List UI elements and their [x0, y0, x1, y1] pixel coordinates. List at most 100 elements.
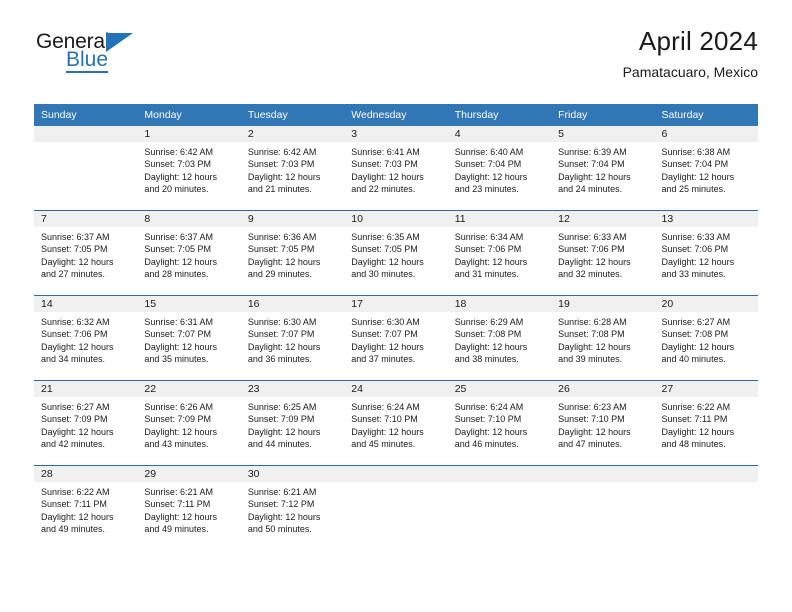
- sunset-text: Sunset: 7:05 PM: [144, 244, 211, 255]
- calendar-day-cell[interactable]: 28 Sunrise: 6:22 AM Sunset: 7:11 PM Dayligh…: [34, 465, 138, 550]
- calendar-day-cell[interactable]: 21 Sunrise: 6:27 AM Sunset: 7:09 PM Dayligh…: [34, 380, 138, 466]
- title-block: April 2024 Pamatacuaro, Mexico: [623, 26, 758, 81]
- calendar-day-cell[interactable]: 17 Sunrise: 6:30 AM Sunset: 7:07 PM Dayligh…: [344, 295, 448, 381]
- sunset-text: Sunset: 7:11 PM: [144, 499, 211, 510]
- daylight-text-line2: and 33 minutes.: [661, 269, 726, 280]
- calendar-day-cell[interactable]: 15 Sunrise: 6:31 AM Sunset: 7:07 PM Dayligh…: [137, 295, 241, 381]
- daylight-text-line2: and 39 minutes.: [558, 354, 623, 365]
- day-cell-inner: 3 Sunrise: 6:41 AM Sunset: 7:03 PM Daylight…: [344, 126, 448, 210]
- day-details: Sunrise: 6:41 AM Sunset: 7:03 PM Daylight:…: [344, 142, 447, 196]
- daylight-text-line2: and 20 minutes.: [144, 184, 209, 195]
- calendar-day-cell[interactable]: 14 Sunrise: 6:32 AM Sunset: 7:06 PM Dayligh…: [34, 295, 138, 381]
- day-number: 30: [240, 466, 345, 482]
- sunset-text: Sunset: 7:04 PM: [661, 159, 729, 170]
- calendar-day-cell[interactable]: 10 Sunrise: 6:35 AM Sunset: 7:05 PM Dayligh…: [344, 210, 448, 296]
- sunset-text: Sunset: 7:10 PM: [351, 414, 418, 425]
- daylight-text-line1: Daylight: 12 hours: [41, 256, 114, 267]
- calendar-day-cell[interactable]: 16 Sunrise: 6:30 AM Sunset: 7:07 PM Dayligh…: [240, 295, 345, 381]
- calendar-day-cell[interactable]: 29 Sunrise: 6:21 AM Sunset: 7:11 PM Dayligh…: [137, 465, 241, 550]
- daylight-text-line1: Daylight: 12 hours: [351, 171, 424, 182]
- calendar-day-cell[interactable]: 5 Sunrise: 6:39 AM Sunset: 7:04 PM Daylight…: [551, 126, 655, 211]
- day-number: 25: [447, 381, 552, 397]
- day-number: 24: [344, 381, 448, 397]
- calendar-day-cell[interactable]: 11 Sunrise: 6:34 AM Sunset: 7:06 PM Dayligh…: [447, 210, 552, 296]
- sunrise-text: Sunrise: 6:42 AM: [247, 147, 317, 157]
- calendar-day-cell[interactable]: 3 Sunrise: 6:41 AM Sunset: 7:03 PM Daylight…: [344, 126, 448, 211]
- day-number: 11: [447, 211, 552, 227]
- calendar-day-cell[interactable]: 12 Sunrise: 6:33 AM Sunset: 7:06 PM Dayligh…: [551, 210, 655, 296]
- sunrise-text: Sunrise: 6:30 AM: [247, 317, 317, 327]
- day-details: Sunrise: 6:34 AM Sunset: 7:06 PM Daylight:…: [448, 227, 551, 281]
- day-details: Sunrise: 6:30 AM Sunset: 7:07 PM Daylight:…: [344, 312, 447, 366]
- day-details: Sunrise: 6:24 AM Sunset: 7:10 PM Daylight:…: [344, 397, 447, 451]
- calendar-day-cell[interactable]: 1 Sunrise: 6:42 AM Sunset: 7:03 PM Daylight…: [137, 126, 241, 211]
- day-cell-inner: 14 Sunrise: 6:32 AM Sunset: 7:06 PM Dayligh…: [34, 296, 138, 380]
- calendar-day-cell[interactable]: 2 Sunrise: 6:42 AM Sunset: 7:03 PM Daylight…: [240, 126, 345, 211]
- calendar-day-cell[interactable]: 4 Sunrise: 6:40 AM Sunset: 7:04 PM Daylight…: [447, 126, 552, 211]
- sunset-text: Sunset: 7:04 PM: [454, 159, 522, 170]
- sunrise-text: Sunrise: 6:27 AM: [41, 402, 110, 412]
- sunset-text: Sunset: 7:07 PM: [247, 329, 315, 340]
- calendar-day-cell[interactable]: 6 Sunrise: 6:38 AM Sunset: 7:04 PM Daylight…: [654, 126, 758, 211]
- calendar-cell-empty: [447, 465, 552, 550]
- daylight-text-line1: Daylight: 12 hours: [144, 511, 217, 522]
- calendar-day-cell[interactable]: 18 Sunrise: 6:29 AM Sunset: 7:08 PM Dayligh…: [447, 295, 552, 381]
- day-cell-inner: [34, 126, 138, 210]
- calendar-day-cell[interactable]: 24 Sunrise: 6:24 AM Sunset: 7:10 PM Dayligh…: [344, 380, 448, 466]
- daylight-text-line1: Daylight: 12 hours: [144, 256, 217, 267]
- sunset-text: Sunset: 7:03 PM: [351, 159, 418, 170]
- daylight-text-line2: and 43 minutes.: [144, 439, 209, 450]
- sunset-text: Sunset: 7:08 PM: [661, 329, 729, 340]
- sunrise-text: Sunrise: 6:37 AM: [41, 232, 110, 242]
- day-details: Sunrise: 6:32 AM Sunset: 7:06 PM Daylight:…: [34, 312, 137, 366]
- day-number: 5: [551, 126, 655, 142]
- sunrise-text: Sunrise: 6:42 AM: [144, 147, 213, 157]
- calendar-day-cell[interactable]: 19 Sunrise: 6:28 AM Sunset: 7:08 PM Dayligh…: [551, 295, 655, 381]
- day-cell-inner: 10 Sunrise: 6:35 AM Sunset: 7:05 PM Dayligh…: [344, 211, 448, 295]
- calendar-day-cell[interactable]: 26 Sunrise: 6:23 AM Sunset: 7:10 PM Dayligh…: [551, 380, 655, 466]
- daylight-text-line1: Daylight: 12 hours: [247, 341, 321, 352]
- calendar-day-cell[interactable]: 8 Sunrise: 6:37 AM Sunset: 7:05 PM Daylight…: [137, 210, 241, 296]
- page-title: April 2024: [638, 26, 758, 56]
- sunrise-text: Sunrise: 6:24 AM: [351, 402, 420, 412]
- day-number: 15: [137, 296, 241, 312]
- day-details: Sunrise: 6:37 AM Sunset: 7:05 PM Daylight:…: [137, 227, 240, 281]
- sunset-text: Sunset: 7:09 PM: [144, 414, 211, 425]
- daylight-text-line2: and 45 minutes.: [351, 439, 416, 450]
- daylight-text-line1: Daylight: 12 hours: [351, 426, 424, 437]
- daylight-text-line1: Daylight: 12 hours: [247, 171, 321, 182]
- daylight-text-line2: and 27 minutes.: [41, 269, 106, 280]
- calendar-day-cell[interactable]: 22 Sunrise: 6:26 AM Sunset: 7:09 PM Dayligh…: [137, 380, 241, 466]
- day-number: [447, 466, 552, 482]
- weekday-header-friday: Friday: [551, 104, 655, 126]
- weekday-header-tuesday: Tuesday: [240, 104, 345, 126]
- day-number: [551, 466, 655, 482]
- sunrise-text: Sunrise: 6:25 AM: [247, 402, 317, 412]
- day-cell-inner: [654, 466, 758, 550]
- calendar-day-cell[interactable]: 27 Sunrise: 6:22 AM Sunset: 7:11 PM Dayligh…: [654, 380, 758, 466]
- calendar-day-cell[interactable]: 9 Sunrise: 6:36 AM Sunset: 7:05 PM Daylight…: [240, 210, 345, 296]
- calendar-day-cell[interactable]: 13 Sunrise: 6:33 AM Sunset: 7:06 PM Dayligh…: [654, 210, 758, 296]
- daylight-text-line1: Daylight: 12 hours: [247, 511, 321, 522]
- day-cell-inner: 29 Sunrise: 6:21 AM Sunset: 7:11 PM Dayligh…: [137, 466, 241, 550]
- calendar-week-row: 14 Sunrise: 6:32 AM Sunset: 7:06 PM Dayligh…: [34, 295, 758, 381]
- calendar-day-cell[interactable]: 25 Sunrise: 6:24 AM Sunset: 7:10 PM Dayligh…: [447, 380, 552, 466]
- sunrise-text: Sunrise: 6:26 AM: [144, 402, 213, 412]
- calendar-day-cell[interactable]: 7 Sunrise: 6:37 AM Sunset: 7:05 PM Daylight…: [34, 210, 138, 296]
- daylight-text-line1: Daylight: 12 hours: [661, 171, 735, 182]
- day-number: 3: [344, 126, 448, 142]
- calendar-day-cell[interactable]: 30 Sunrise: 6:21 AM Sunset: 7:12 PM Dayligh…: [240, 465, 345, 550]
- general-blue-logo[interactable]: General Blue: [36, 31, 236, 82]
- day-details: Sunrise: 6:33 AM Sunset: 7:06 PM Daylight:…: [551, 227, 654, 281]
- sunset-text: Sunset: 7:05 PM: [41, 244, 108, 255]
- day-cell-inner: 17 Sunrise: 6:30 AM Sunset: 7:07 PM Dayligh…: [344, 296, 448, 380]
- calendar-day-cell[interactable]: 23 Sunrise: 6:25 AM Sunset: 7:09 PM Dayligh…: [240, 380, 345, 466]
- calendar-header-row: Sunday Monday Tuesday Wednesday Thursday…: [34, 104, 758, 126]
- calendar-day-cell[interactable]: 20 Sunrise: 6:27 AM Sunset: 7:08 PM Dayligh…: [654, 295, 758, 381]
- day-details: Sunrise: 6:21 AM Sunset: 7:12 PM Daylight:…: [241, 482, 344, 536]
- sunset-text: Sunset: 7:03 PM: [144, 159, 211, 170]
- day-details: [655, 482, 758, 486]
- day-number: 10: [344, 211, 448, 227]
- daylight-text-line2: and 34 minutes.: [41, 354, 106, 365]
- sunrise-text: Sunrise: 6:27 AM: [661, 317, 731, 327]
